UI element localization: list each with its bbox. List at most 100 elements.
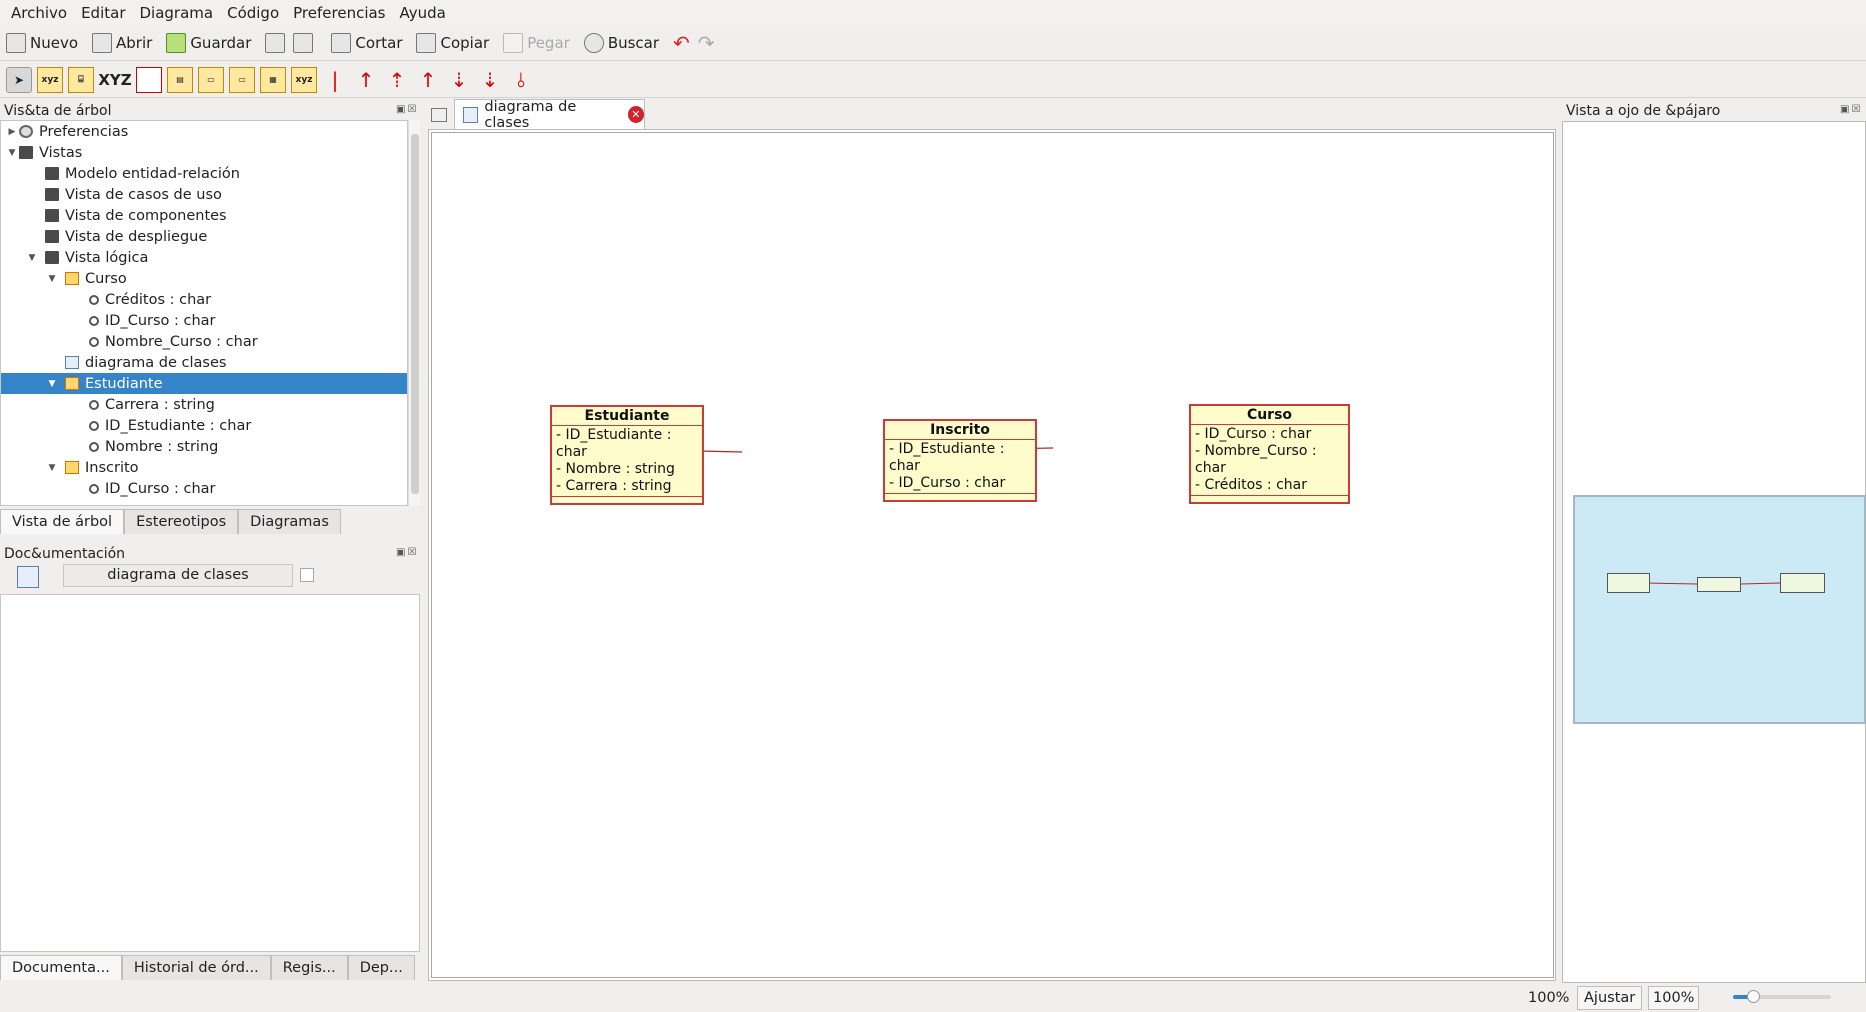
tree-item-er-model[interactable]: Modelo entidad-relación [1, 163, 407, 184]
scrollbar-thumb[interactable] [411, 134, 419, 494]
class-attributes: - ID_Estudiante : char - ID_Curso : char [885, 440, 1035, 494]
collapse-arrow-icon[interactable]: ▼ [45, 379, 59, 389]
search-button[interactable]: Buscar [583, 33, 659, 53]
diagram-icon [65, 356, 79, 369]
tree-item-preferencias[interactable]: ▶ Preferencias [1, 121, 407, 142]
menu-codigo[interactable]: Código [220, 4, 286, 22]
aggregation-tool[interactable]: ⇣ [446, 67, 472, 93]
paste-button[interactable]: Pegar [503, 33, 570, 53]
containment-tool[interactable]: ⫰ [508, 67, 534, 93]
mini-class-curso [1780, 573, 1825, 593]
editor-tab[interactable]: diagrama de clases ✕ [454, 99, 645, 131]
generalization-tool[interactable]: ↑ [353, 67, 379, 93]
tree-item-attribute[interactable]: Créditos : char [1, 289, 407, 310]
view-folder-icon [45, 209, 59, 222]
box-tool[interactable] [136, 66, 162, 93]
tree-item-class-inscrito[interactable]: ▼ Inscrito [1, 457, 407, 478]
tree-view[interactable]: ▶ Preferencias ▼ Vistas Modelo entidad-rel… [0, 120, 408, 506]
open-button[interactable]: Abrir [92, 33, 152, 53]
collapse-arrow-icon[interactable]: ▼ [5, 148, 19, 158]
tree-item-attribute[interactable]: Nombre : string [1, 436, 407, 457]
doc-panel-buttons[interactable]: ▣☒ [396, 547, 418, 558]
tree-item-attribute[interactable]: ID_Curso : char [1, 478, 407, 499]
interface-tool[interactable]: ▭ [198, 66, 224, 93]
class-box-estudiante[interactable]: Estudiante - ID_Estudiante : char - Nomb… [550, 405, 704, 505]
tree-item-attribute[interactable]: ID_Estudiante : char [1, 415, 407, 436]
undo-button[interactable]: ↶ [673, 31, 690, 55]
print-icon [265, 33, 286, 53]
tree-panel-title: Vis&ta de árbol [4, 103, 112, 119]
tab-tree-view[interactable]: Vista de árbol [0, 509, 125, 534]
tree-item-use-case-view[interactable]: Vista de casos de uso [1, 184, 407, 205]
menu-preferencias[interactable]: Preferencias [286, 4, 392, 22]
print-button[interactable] [265, 33, 289, 53]
expand-arrow-icon[interactable]: ▶ [5, 127, 19, 137]
class-box-inscrito[interactable]: Inscrito - ID_Estudiante : char - ID_Cur… [883, 419, 1037, 502]
doc-diagram-name: diagrama de clases [63, 564, 293, 587]
close-tab-icon[interactable]: ✕ [627, 106, 644, 123]
enum-tool[interactable]: ▦ [260, 66, 286, 93]
tree-item-attribute[interactable]: Nombre_Curso : char [1, 331, 407, 352]
menu-ayuda[interactable]: Ayuda [393, 4, 453, 22]
datatype-tool[interactable]: ▭ [229, 66, 255, 93]
scissors-icon [331, 33, 352, 53]
class-name: Estudiante [552, 407, 702, 426]
tree-item-logical-view[interactable]: ▼ Vista lógica [1, 247, 407, 268]
folder-tool[interactable]: ⌸ [68, 66, 94, 93]
class-tool[interactable]: ▤ [167, 66, 193, 93]
select-arrow-tool[interactable]: ➤ [6, 66, 32, 93]
zoom-slider[interactable] [1733, 990, 1831, 1003]
association-lines [604, 447, 1054, 453]
tree-item-deployment-view[interactable]: Vista de despliegue [1, 226, 407, 247]
doc-checkbox[interactable] [300, 568, 314, 582]
new-tab-icon[interactable] [431, 108, 447, 122]
package-xyz-tool[interactable]: xyz [291, 66, 317, 93]
composition-tool[interactable]: ⇣ [477, 67, 503, 93]
menu-diagrama[interactable]: Diagrama [133, 4, 221, 22]
tree-panel-buttons[interactable]: ▣☒ [396, 104, 418, 115]
tab-debug[interactable]: Dep... [347, 955, 415, 980]
text-xyz-tool[interactable]: XYZ [98, 67, 131, 93]
bird-panel-buttons[interactable]: ▣☒ [1840, 104, 1862, 115]
tree-item-class-estudiante[interactable]: ▼ Estudiante [1, 373, 407, 394]
mini-lines [1644, 582, 1782, 585]
menu-archivo[interactable]: Archivo [4, 4, 74, 22]
tree-item-class-curso[interactable]: ▼ Curso [1, 268, 407, 289]
tree-item-class-diagram[interactable]: diagrama de clases [1, 352, 407, 373]
redo-button[interactable]: ↷ [698, 31, 715, 55]
collapse-arrow-icon[interactable]: ▼ [45, 274, 59, 284]
tab-diagrams[interactable]: Diagramas [238, 509, 341, 534]
tree-item-component-view[interactable]: Vista de componentes [1, 205, 407, 226]
attribute-icon [89, 441, 99, 452]
documentation-textarea[interactable] [0, 594, 420, 952]
collapse-arrow-icon[interactable]: ▼ [45, 463, 59, 473]
tree-item-attribute[interactable]: ID_Curso : char [1, 310, 407, 331]
zoom-slider-handle[interactable] [1747, 990, 1760, 1003]
tree-item-vistas[interactable]: ▼ Vistas [1, 142, 407, 163]
class-icon [65, 272, 79, 285]
diagram-canvas[interactable]: Estudiante - ID_Estudiante : char - Nomb… [431, 132, 1554, 978]
copy-button[interactable]: Copiar [416, 33, 489, 53]
save-button[interactable]: Guardar [166, 33, 251, 53]
tab-stereotypes[interactable]: Estereotipos [124, 509, 239, 534]
cut-button[interactable]: Cortar [331, 33, 402, 53]
print-preview-button[interactable] [293, 33, 317, 53]
tree-item-attribute[interactable]: Carrera : string [1, 394, 407, 415]
collapse-arrow-icon[interactable]: ▼ [25, 253, 39, 263]
tab-command-history[interactable]: Historial de órd... [121, 955, 271, 980]
tab-log[interactable]: Regis... [270, 955, 348, 980]
association-tool[interactable]: | [322, 67, 348, 93]
birds-eye-viewport[interactable] [1573, 495, 1866, 724]
dependency-tool[interactable]: ⇡ [384, 67, 410, 93]
zoom-value: 100% [1648, 986, 1700, 1010]
tree-scrollbar[interactable] [408, 120, 420, 506]
fit-button[interactable]: Ajustar [1577, 986, 1643, 1010]
new-button[interactable]: Nuevo [6, 33, 78, 53]
attribute-icon [89, 315, 99, 326]
tab-documentation[interactable]: Documenta... [0, 955, 122, 980]
menu-editar[interactable]: Editar [74, 4, 132, 22]
package-tool[interactable]: xyz [37, 66, 63, 93]
preferences-icon [19, 125, 33, 138]
realization-tool[interactable]: ↑ [415, 67, 441, 93]
class-box-curso[interactable]: Curso - ID_Curso : char - Nombre_Curso :… [1189, 404, 1350, 504]
